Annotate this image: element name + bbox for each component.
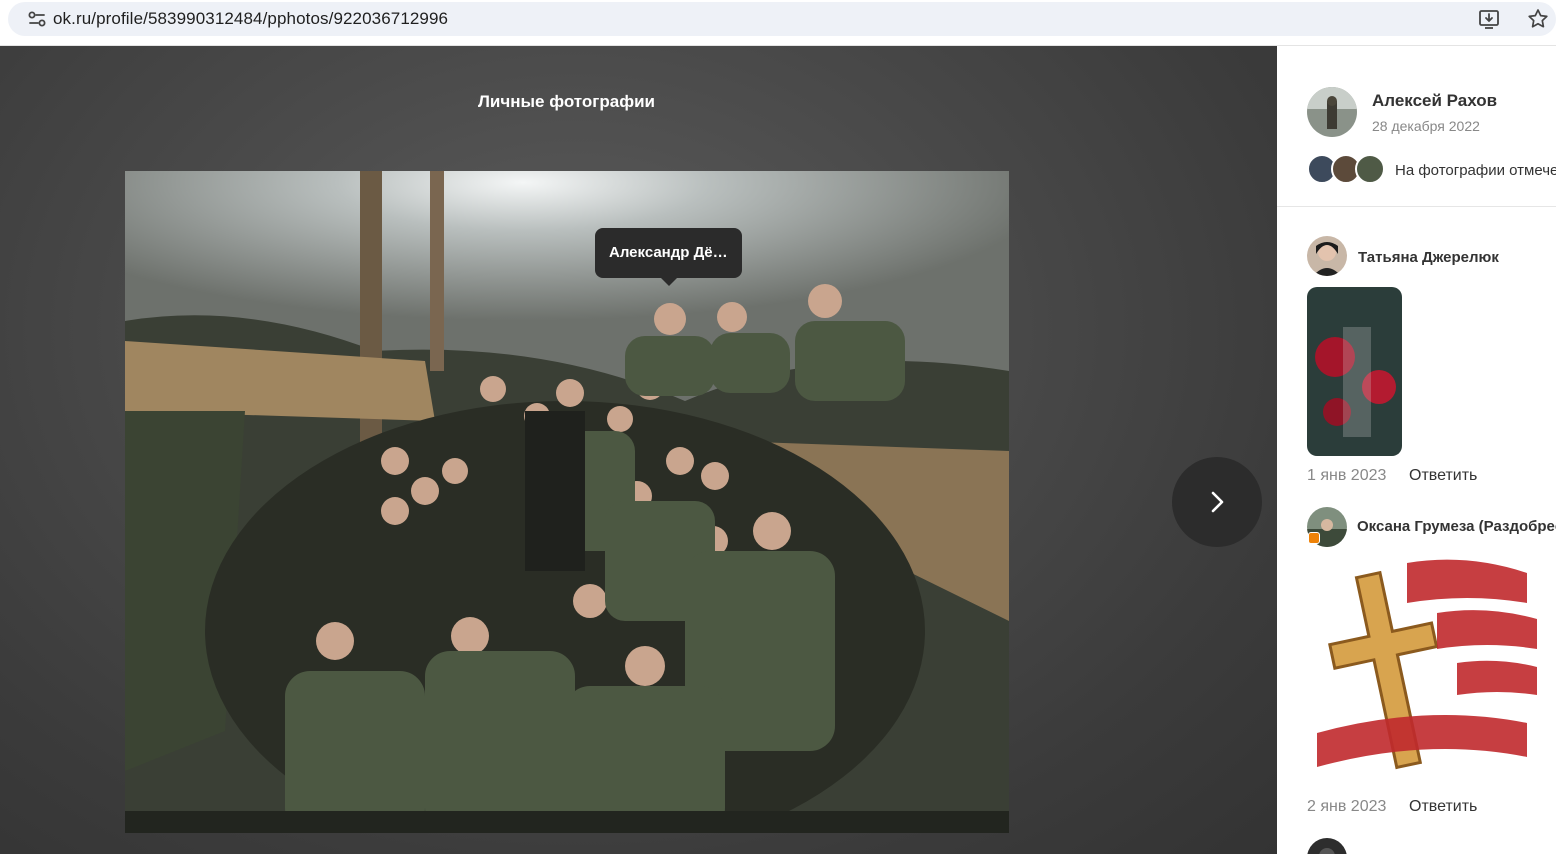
comment-author[interactable]: Татьяна Джерелюк	[1358, 249, 1499, 266]
next-photo-button[interactable]	[1172, 457, 1262, 547]
site-info-icon[interactable]	[26, 8, 48, 30]
ok-badge-icon	[1308, 532, 1320, 544]
greeting-card-image[interactable]	[1307, 287, 1402, 456]
album-title[interactable]: Личные фотографии	[0, 92, 1133, 112]
avatar[interactable]	[1307, 236, 1347, 276]
avatar[interactable]	[1355, 154, 1385, 184]
author-avatar[interactable]	[1307, 87, 1357, 137]
sticker-image[interactable]	[1307, 553, 1543, 793]
comment-date: 2 янв 2023	[1307, 798, 1387, 815]
reply-link[interactable]: Ответить	[1409, 798, 1477, 816]
comment-date: 1 янв 2023	[1307, 467, 1387, 484]
photo-date: 28 декабря 2022	[1372, 118, 1480, 134]
person-tag-tooltip[interactable]: Александр Дё…	[595, 228, 742, 286]
url-text[interactable]: ok.ru/profile/583990312484/pphotos/92203…	[53, 9, 448, 29]
photo-viewer: Личные фотографии Александр Дё…	[0, 46, 1277, 854]
photo-sidebar: Алексей Рахов 28 декабря 2022 На фотогра…	[1277, 46, 1556, 854]
reply-link[interactable]: Ответить	[1409, 467, 1477, 485]
photo[interactable]	[125, 171, 1009, 833]
tagged-people-text[interactable]: На фотографии отмечены	[1395, 162, 1556, 179]
divider	[1277, 206, 1556, 207]
avatar[interactable]	[1307, 838, 1347, 854]
install-icon[interactable]	[1477, 7, 1501, 31]
comment-author[interactable]: Оксана Грумеза (Раздобреева)	[1357, 518, 1556, 535]
browser-toolbar: ok.ru/profile/583990312484/pphotos/92203…	[0, 0, 1556, 46]
address-bar[interactable]: ok.ru/profile/583990312484/pphotos/92203…	[8, 2, 1556, 36]
photo-image	[125, 171, 1009, 833]
tagged-people-avatars[interactable]	[1307, 154, 1389, 184]
bookmark-star-icon[interactable]	[1526, 7, 1550, 31]
author-name[interactable]: Алексей Рахов	[1372, 91, 1497, 111]
chevron-right-icon	[1211, 491, 1224, 513]
